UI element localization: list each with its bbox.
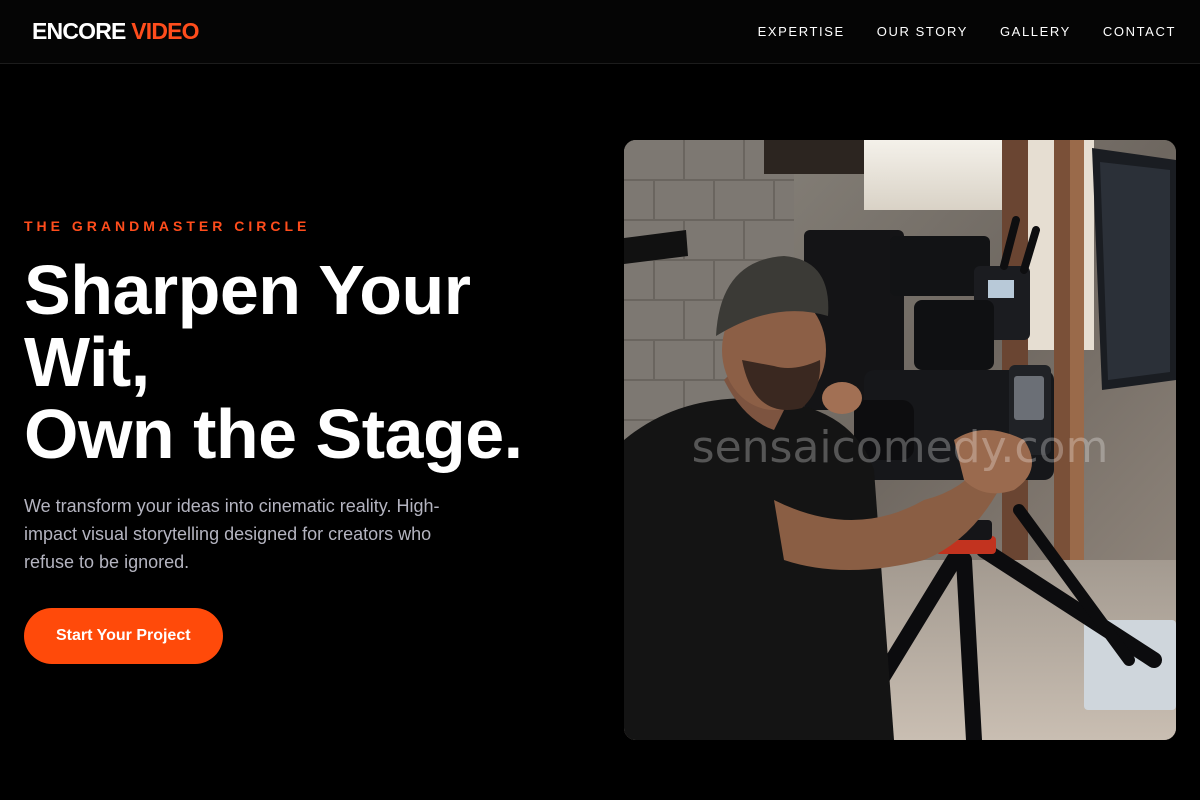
hero-content: THE GRANDMASTER CIRCLE Sharpen Your Wit,… [24,218,584,664]
top-navbar: ENCORE VIDEO EXPERTISE OUR STORY GALLERY… [0,0,1200,64]
nav-link-expertise[interactable]: EXPERTISE [758,24,845,39]
headline-line-3: Own the Stage. [24,395,523,473]
brand-name-main: ENCORE [32,18,126,44]
nav-link-contact[interactable]: CONTACT [1103,24,1176,39]
start-project-button[interactable]: Start Your Project [24,608,223,664]
nav-link-our-story[interactable]: OUR STORY [877,24,968,39]
videographer-photo-illustration [624,140,1176,740]
hero-description: We transform your ideas into cinematic r… [24,496,440,572]
main-menu: EXPERTISE OUR STORY GALLERY CONTACT [758,24,1176,39]
headline-line-2: Wit, [24,323,150,401]
brand-name-accent: VIDEO [131,18,199,44]
hero-eyebrow: THE GRANDMASTER CIRCLE [24,218,311,234]
headline-line-1: Sharpen Your [24,251,471,329]
hero-headline: Sharpen Your Wit, Own the Stage. [24,254,584,470]
nav-link-gallery[interactable]: GALLERY [1000,24,1071,39]
brand-logo[interactable]: ENCORE VIDEO [32,18,200,45]
hero-photo: sensaicomedy.com [624,140,1176,740]
